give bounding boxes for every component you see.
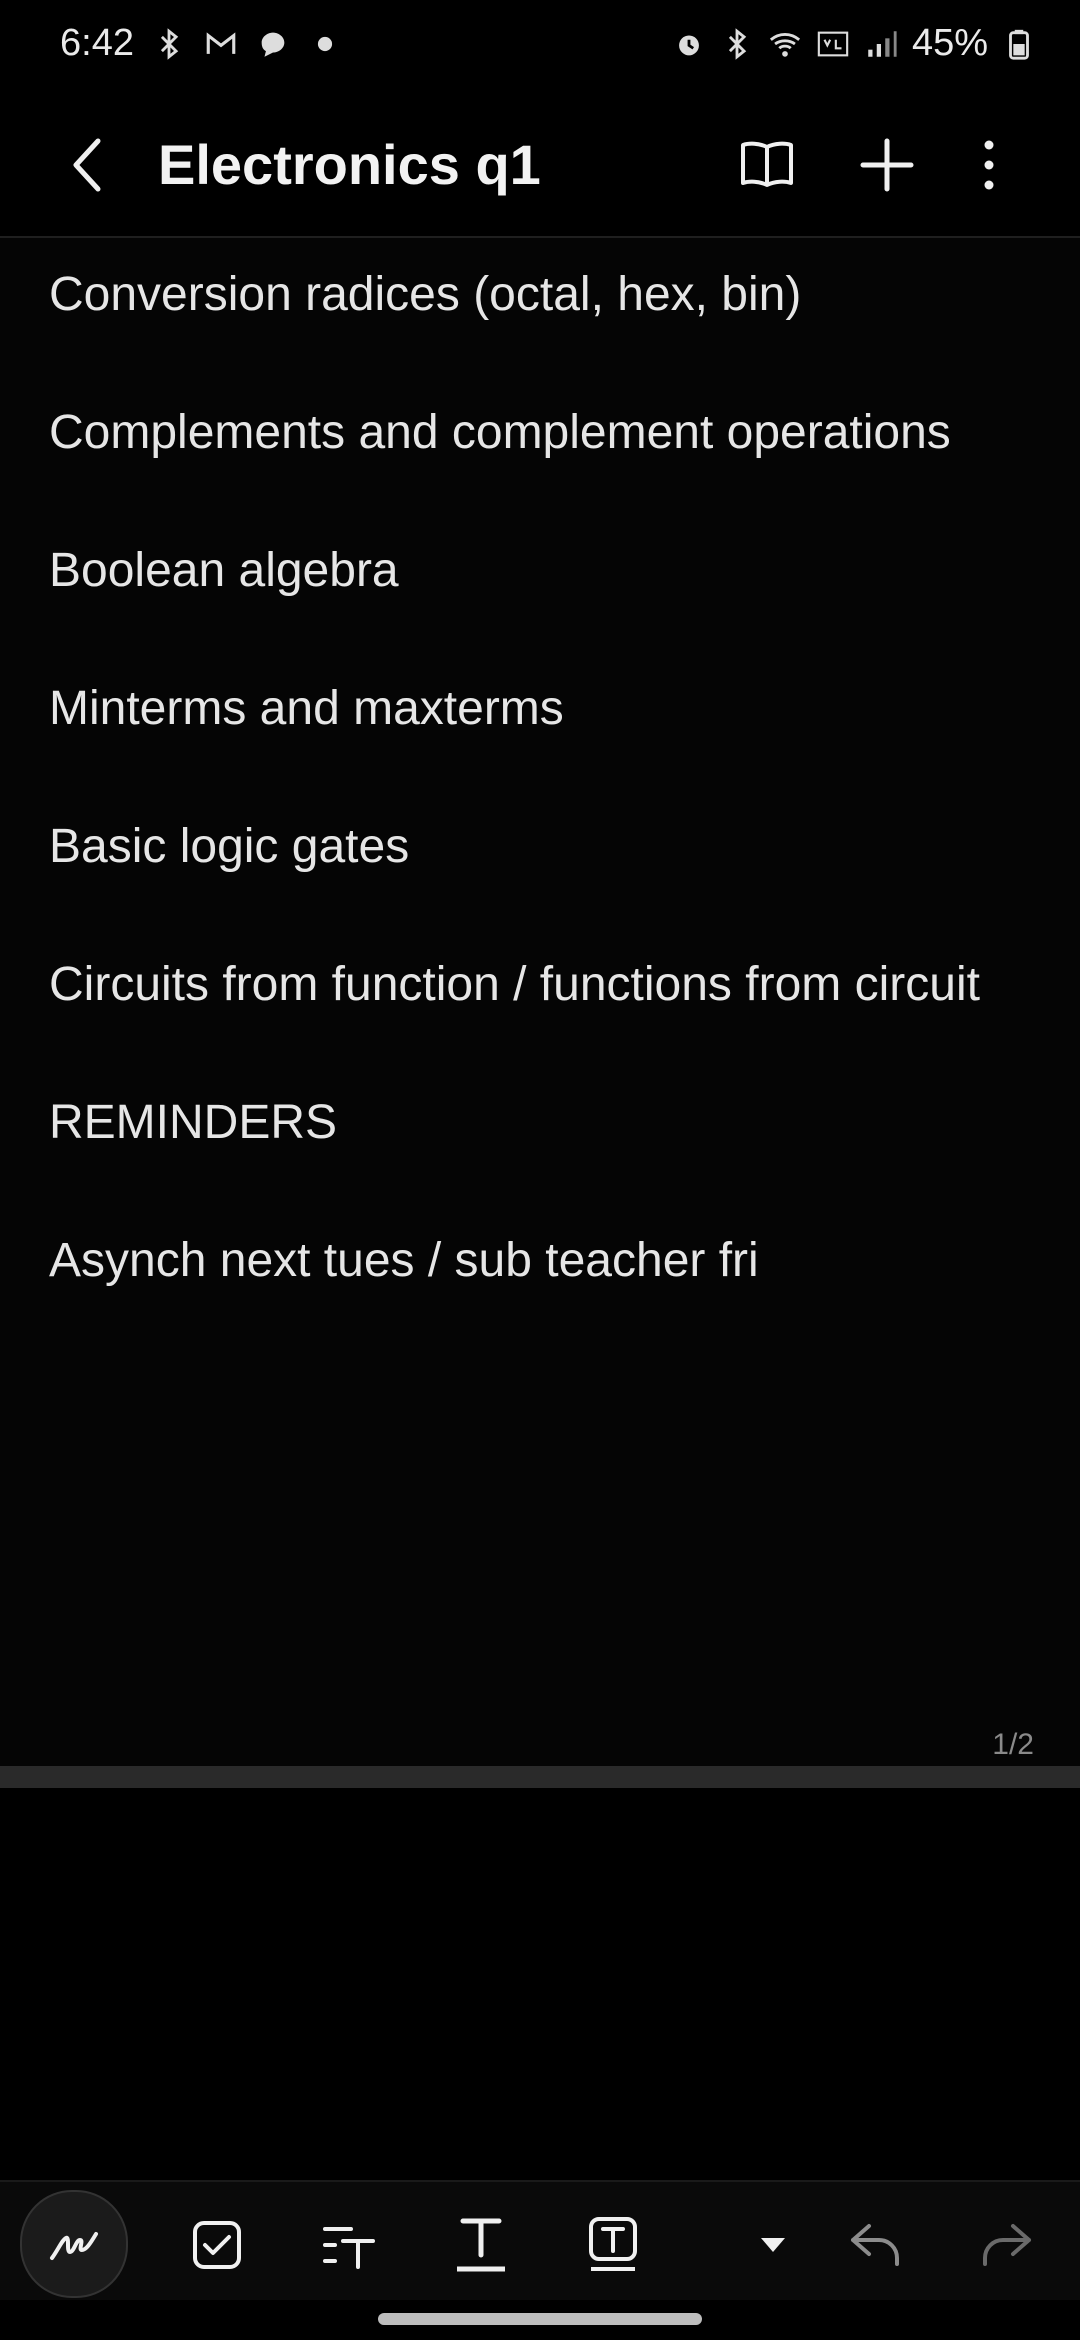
book-icon (741, 141, 793, 187)
note-title: Electronics q1 (158, 133, 541, 196)
pen-icon (50, 2232, 98, 2260)
more-options-button[interactable] (954, 130, 1024, 200)
undo-button[interactable] (830, 2200, 920, 2290)
redo-button[interactable] (962, 2200, 1052, 2290)
note-line[interactable]: REMINDERS (49, 1088, 1049, 1157)
note-line[interactable]: Minterms and maxterms (49, 674, 1049, 743)
page-separator (0, 1766, 1080, 1788)
note-line[interactable]: Boolean algebra (49, 536, 1049, 605)
battery-icon (1009, 29, 1029, 60)
note-text-body[interactable]: Conversion radices (octal, hex, bin) Com… (49, 260, 1049, 1364)
signal-icon (868, 30, 897, 57)
reading-mode-button[interactable] (732, 130, 802, 200)
back-arrow-icon (73, 138, 101, 192)
note-page-2[interactable] (0, 1788, 1080, 2180)
text-style-button[interactable] (304, 2200, 394, 2290)
wifi-icon (769, 32, 801, 57)
bluetooth-icon (160, 27, 179, 60)
plus-icon (860, 138, 914, 192)
checkbox-button[interactable] (172, 2200, 262, 2290)
status-time: 6:42 (60, 22, 134, 64)
text-style-icon (323, 2227, 375, 2269)
more-tools-dropdown[interactable] (728, 2200, 818, 2290)
bluetooth-icon (728, 27, 747, 60)
pen-mode-button[interactable] (20, 2190, 128, 2298)
battery-level: 45% (911, 22, 988, 64)
app-bar: Electronics q1 (0, 100, 1080, 236)
text-box-button[interactable] (568, 2200, 658, 2290)
status-bar: 6:42 45% (0, 0, 1080, 100)
note-page-1[interactable]: Conversion radices (octal, hex, bin) Com… (0, 238, 1080, 1766)
gmail-icon (206, 31, 236, 54)
note-line[interactable]: Asynch next tues / sub teacher fri (49, 1226, 1049, 1295)
editing-toolbar (0, 2180, 1080, 2300)
more-vert-icon (984, 140, 994, 190)
alarm-icon (679, 35, 699, 55)
note-line[interactable]: Basic logic gates (49, 812, 1049, 881)
note-line[interactable]: Circuits from function / functions from … (49, 950, 1049, 1019)
home-indicator[interactable] (378, 2313, 702, 2325)
back-button[interactable] (58, 130, 118, 200)
add-button[interactable] (852, 130, 922, 200)
note-line[interactable]: Conversion radices (octal, hex, bin) (49, 260, 1049, 329)
dropdown-icon (761, 2238, 785, 2252)
note-line[interactable]: Complements and complement operations (49, 398, 1049, 467)
dot-icon (317, 36, 333, 51)
redo-icon (983, 2224, 1031, 2266)
page-indicator: 1/2 (992, 1728, 1034, 1761)
text-format-icon (457, 2218, 505, 2272)
checkbox-icon (193, 2221, 241, 2269)
undo-icon (851, 2224, 899, 2266)
messages-icon (261, 32, 285, 57)
text-format-button[interactable] (436, 2200, 526, 2290)
volte-icon (817, 31, 849, 56)
text-box-icon (589, 2217, 637, 2271)
